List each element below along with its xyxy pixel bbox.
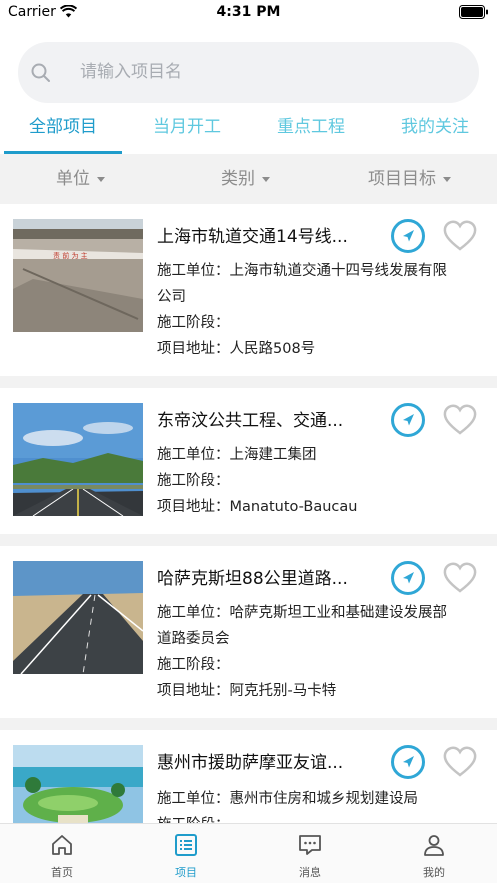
heart-icon [443, 404, 477, 435]
search-icon [31, 63, 50, 82]
caret-down-icon [443, 176, 451, 182]
project-title: 上海市轨道交通14号线... [157, 227, 348, 247]
tab-this-month[interactable]: 当月开工 [128, 108, 246, 154]
filter-category-label: 类别 [221, 169, 255, 189]
filter-target[interactable]: 项目目标 [368, 154, 451, 204]
project-thumbnail [13, 745, 143, 823]
battery-icon [459, 5, 488, 19]
card-separator [0, 718, 497, 730]
tabbar-me[interactable]: 我的 [372, 824, 496, 883]
project-address: 项目地址：人民路508号 [157, 341, 316, 357]
bottom-tab-bar: 首页 项目 消息 我的 [0, 823, 497, 883]
tabbar-home-label: 首页 [51, 866, 73, 879]
project-card[interactable]: 哈萨克斯坦88公里道路... 施工单位：哈萨克斯坦工业和基础建设发展部 道路委员… [0, 546, 497, 718]
card-separator [0, 376, 497, 388]
navigate-button[interactable] [391, 561, 425, 595]
filter-target-label: 项目目标 [368, 169, 436, 189]
navigate-button[interactable] [391, 403, 425, 437]
tabbar-messages-label: 消息 [299, 866, 321, 879]
favorite-button[interactable] [442, 219, 478, 253]
filter-category[interactable]: 类别 [221, 154, 270, 204]
search-input[interactable] [80, 56, 460, 88]
project-address: 项目地址：阿克托别-马卡特 [157, 683, 337, 699]
heart-icon [443, 562, 477, 593]
card-separator [0, 534, 497, 546]
project-title: 东帝汶公共工程、交通... [157, 411, 344, 431]
construction-unit-cont: 公司 [157, 289, 186, 305]
message-icon [299, 835, 321, 855]
location-arrow-icon [403, 572, 414, 584]
project-thumbnail: 责 前 为 主 [13, 219, 143, 332]
search-bar[interactable] [18, 42, 479, 103]
filter-bar: 单位 类别 项目目标 [0, 154, 497, 204]
filter-unit[interactable]: 单位 [56, 154, 105, 204]
tab-key-projects[interactable]: 重点工程 [252, 108, 370, 154]
tabbar-me-label: 我的 [423, 866, 445, 879]
category-tabs: 全部项目 当月开工 重点工程 我的关注 [0, 108, 497, 154]
construction-unit: 施工单位：哈萨克斯坦工业和基础建设发展部 [157, 605, 447, 621]
project-thumbnail [13, 403, 143, 516]
favorite-button[interactable] [442, 561, 478, 595]
tabbar-projects-label: 项目 [175, 866, 197, 879]
construction-stage: 施工阶段： [157, 473, 230, 489]
location-arrow-icon [403, 230, 414, 242]
heart-icon [443, 746, 477, 777]
tabbar-projects[interactable]: 项目 [124, 824, 248, 883]
construction-unit: 施工单位：上海市轨道交通十四号线发展有限 [157, 263, 447, 279]
list-icon [175, 834, 197, 856]
caret-down-icon [262, 176, 270, 182]
tab-my-follows[interactable]: 我的关注 [376, 108, 494, 154]
project-title: 惠州市援助萨摩亚友谊... [157, 753, 344, 773]
clock: 4:31 PM [216, 4, 281, 20]
status-bar: Carrier 4:31 PM [0, 0, 497, 26]
project-card[interactable]: 惠州市援助萨摩亚友谊... 施工单位：惠州市住房和城乡规划建设局 施工阶段： [0, 730, 497, 823]
tabbar-messages[interactable]: 消息 [248, 824, 372, 883]
construction-unit-cont: 道路委员会 [157, 631, 230, 647]
favorite-button[interactable] [442, 403, 478, 437]
svg-text:责 前 为 主: 责 前 为 主 [53, 251, 88, 260]
favorite-button[interactable] [442, 745, 478, 779]
construction-stage: 施工阶段： [157, 315, 230, 331]
tab-all-projects[interactable]: 全部项目 [4, 108, 122, 154]
location-arrow-icon [403, 414, 414, 426]
construction-unit: 施工单位：上海建工集团 [157, 447, 317, 463]
tabbar-home[interactable]: 首页 [0, 824, 124, 883]
construction-stage: 施工阶段： [157, 657, 230, 673]
construction-stage: 施工阶段： [157, 812, 483, 823]
heart-icon [443, 220, 477, 251]
home-icon [52, 835, 72, 855]
navigate-button[interactable] [391, 745, 425, 779]
project-title: 哈萨克斯坦88公里道路... [157, 569, 348, 589]
construction-unit: 施工单位：惠州市住房和城乡规划建设局 [157, 791, 418, 807]
caret-down-icon [97, 176, 105, 182]
location-arrow-icon [403, 756, 414, 768]
navigate-button[interactable] [391, 219, 425, 253]
project-card[interactable]: 东帝汶公共工程、交通... 施工单位：上海建工集团 施工阶段： 项目地址：Man… [0, 388, 497, 534]
project-thumbnail [13, 561, 143, 674]
project-address: 项目地址：Manatuto-Baucau [157, 499, 358, 515]
user-icon [424, 835, 444, 856]
project-card[interactable]: 责 前 为 主 上海市轨道交通14号线... 施工单位：上海市轨道交通十四号线发… [0, 204, 497, 376]
filter-unit-label: 单位 [56, 169, 90, 189]
